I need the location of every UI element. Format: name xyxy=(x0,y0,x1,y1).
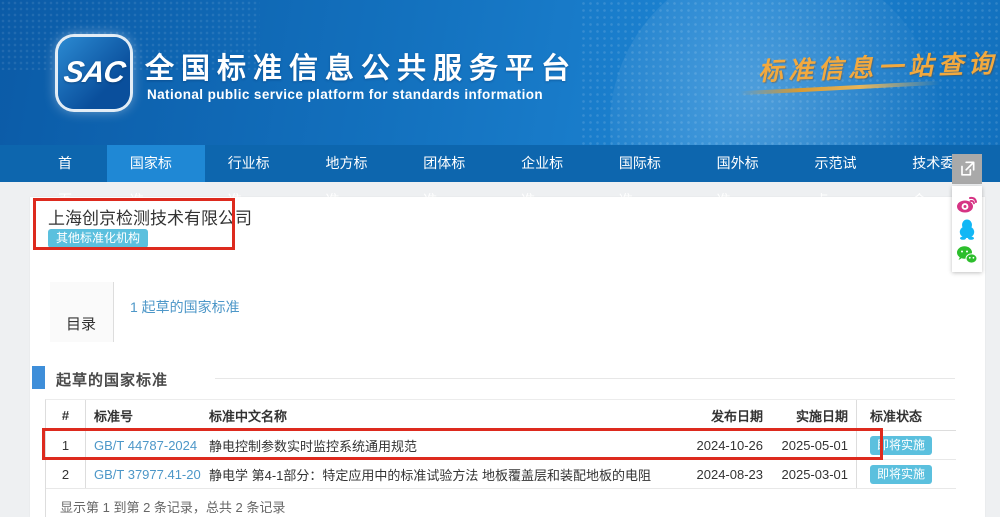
table-row: 2 GB/T 37977.41-2024 静电学 第4-1部分：特定应用中的标准… xyxy=(46,460,956,489)
share-toggle-button[interactable] xyxy=(952,154,982,184)
nav-item-national-standards[interactable]: 国家标准 xyxy=(107,145,205,182)
sac-logo-text: SAC xyxy=(61,56,126,90)
col-header-index: # xyxy=(46,400,86,430)
pub-date: 2024-10-26 xyxy=(686,431,771,459)
site-header: SAC 全国标准信息公共服务平台 National public service… xyxy=(0,0,1000,145)
pub-date: 2024-08-23 xyxy=(686,460,771,488)
nav-item-group-standards[interactable]: 团体标准 xyxy=(400,145,498,182)
nav-item-foreign-standards[interactable]: 国外标准 xyxy=(694,145,792,182)
weibo-icon[interactable] xyxy=(955,191,979,215)
site-title: 全国标准信息公共服务平台 xyxy=(145,45,577,87)
col-header-name: 标准中文名称 xyxy=(201,400,686,430)
nav-item-demonstration-pilot[interactable]: 示范试点 xyxy=(791,145,889,182)
section-title-marker xyxy=(32,366,45,389)
std-name: 静电学 第4-1部分：特定应用中的标准试验方法 地板覆盖层和装配地板的电阻 xyxy=(201,460,686,488)
col-header-std-no: 标准号 xyxy=(86,400,201,430)
nav-item-enterprise-standards[interactable]: 企业标准 xyxy=(498,145,596,182)
share-icon xyxy=(957,159,977,179)
std-name: 静电控制参数实时监控系统通用规范 xyxy=(201,431,686,459)
col-header-pub-date: 发布日期 xyxy=(686,400,771,430)
nav-item-industry-standards[interactable]: 行业标准 xyxy=(205,145,303,182)
nav-item-international-standards[interactable]: 国际标准 xyxy=(596,145,694,182)
status-badge: 即将实施 xyxy=(870,436,932,455)
nav-item-local-standards[interactable]: 地方标准 xyxy=(302,145,400,182)
section-title-rule xyxy=(215,378,955,379)
page: SAC 全国标准信息公共服务平台 National public service… xyxy=(0,0,1000,517)
col-header-status: 标准状态 xyxy=(856,400,956,430)
table-row: 1 GB/T 44787-2024 静电控制参数实时监控系统通用规范 2024-… xyxy=(46,431,956,460)
wechat-icon[interactable] xyxy=(955,243,979,267)
toc-link-drafted-national-standards[interactable]: 1 起草的国家标准 xyxy=(130,297,240,317)
std-no-link[interactable]: GB/T 44787-2024 xyxy=(94,438,197,453)
toc-label: 目录 xyxy=(66,313,96,334)
share-panel xyxy=(952,186,982,272)
company-type-badge: 其他标准化机构 xyxy=(48,229,148,248)
status-badge: 即将实施 xyxy=(870,465,932,484)
row-index: 1 xyxy=(46,431,86,459)
impl-date: 2025-03-01 xyxy=(771,460,856,488)
site-subtitle: National public service platform for sta… xyxy=(147,87,543,102)
table-record-summary: 显示第 1 到第 2 条记录，总共 2 条记录 xyxy=(60,497,285,516)
nav-item-home[interactable]: 首页 xyxy=(35,145,107,182)
main-nav: 首页 国家标准 行业标准 地方标准 团体标准 企业标准 国际标准 国外标准 示范… xyxy=(0,145,1000,182)
sac-logo: SAC xyxy=(58,37,130,109)
impl-date: 2025-05-01 xyxy=(771,431,856,459)
section-title: 起草的国家标准 xyxy=(56,369,168,390)
company-name: 上海创京检测技术有限公司 xyxy=(48,204,252,229)
nav-item-technical-committee[interactable]: 技术委员会 xyxy=(889,145,1000,182)
col-header-impl-date: 实施日期 xyxy=(771,400,856,430)
table-header-row: # 标准号 标准中文名称 发布日期 实施日期 标准状态 xyxy=(46,400,956,431)
std-no-link[interactable]: GB/T 37977.41-2024 xyxy=(94,467,201,482)
qq-icon[interactable] xyxy=(955,217,979,241)
row-index: 2 xyxy=(46,460,86,488)
